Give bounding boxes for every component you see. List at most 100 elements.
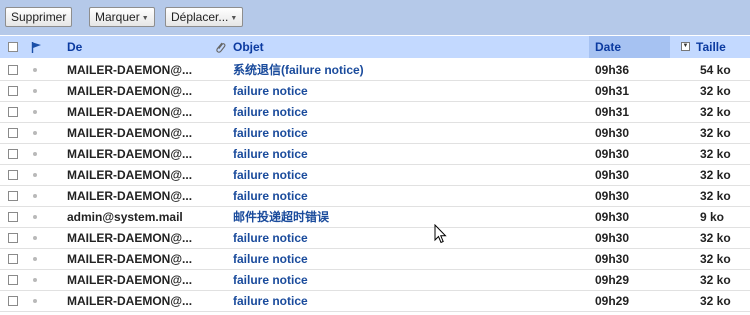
message-size: 32 ko: [700, 189, 731, 203]
message-date: 09h30: [595, 252, 630, 266]
message-checkbox[interactable]: [8, 86, 18, 96]
message-subject[interactable]: failure notice: [233, 291, 308, 311]
column-header-subject[interactable]: Objet: [233, 36, 264, 58]
move-button-label: Déplacer...: [171, 10, 229, 24]
flag-dot-icon[interactable]: [33, 194, 37, 198]
message-date: 09h29: [595, 294, 630, 308]
message-size: 32 ko: [700, 252, 731, 266]
message-row[interactable]: MAILER-DAEMON@... failure notice 09h30 32 k…: [0, 249, 750, 270]
message-sender: MAILER-DAEMON@...: [67, 168, 193, 182]
message-sender: MAILER-DAEMON@...: [67, 252, 193, 266]
message-date: 09h31: [595, 105, 630, 119]
toolbar: Supprimer Marquer ▼ Déplacer... ▼: [0, 0, 750, 35]
flag-dot-icon[interactable]: [33, 278, 37, 282]
move-dropdown-button[interactable]: Déplacer... ▼: [165, 7, 244, 27]
message-sender: MAILER-DAEMON@...: [67, 294, 193, 308]
message-sender: MAILER-DAEMON@...: [67, 63, 193, 77]
message-sender: admin@system.mail: [67, 210, 183, 224]
chevron-down-icon: ▼: [141, 15, 149, 22]
flag-dot-icon[interactable]: [33, 173, 37, 177]
message-date: 09h30: [595, 210, 630, 224]
message-checkbox[interactable]: [8, 296, 18, 306]
message-row[interactable]: MAILER-DAEMON@... failure notice 09h31 32 k…: [0, 102, 750, 123]
message-checkbox[interactable]: [8, 65, 18, 75]
message-checkbox[interactable]: [8, 254, 18, 264]
message-sender: MAILER-DAEMON@...: [67, 231, 193, 245]
message-row[interactable]: MAILER-DAEMON@... 系统退信(failure notice) 09h…: [0, 60, 750, 81]
column-header-size[interactable]: Taille: [696, 36, 726, 58]
message-row[interactable]: MAILER-DAEMON@... failure notice 09h30 32 k…: [0, 228, 750, 249]
flag-dot-icon[interactable]: [33, 131, 37, 135]
message-checkbox[interactable]: [8, 149, 18, 159]
message-row[interactable]: MAILER-DAEMON@... failure notice 09h30 32 k…: [0, 165, 750, 186]
flag-dot-icon[interactable]: [33, 257, 37, 261]
message-subject[interactable]: failure notice: [233, 249, 308, 269]
message-size: 32 ko: [700, 168, 731, 182]
mark-dropdown-button[interactable]: Marquer ▼: [89, 7, 155, 27]
flag-dot-icon[interactable]: [33, 110, 37, 114]
message-sender: MAILER-DAEMON@...: [67, 147, 193, 161]
message-sender: MAILER-DAEMON@...: [67, 189, 193, 203]
message-size: 32 ko: [700, 105, 731, 119]
message-date: 09h29: [595, 273, 630, 287]
message-checkbox[interactable]: [8, 233, 18, 243]
message-subject[interactable]: failure notice: [233, 144, 308, 164]
message-subject[interactable]: failure notice: [233, 186, 308, 206]
message-date: 09h31: [595, 84, 630, 98]
message-checkbox[interactable]: [8, 170, 18, 180]
message-subject[interactable]: 系统退信(failure notice): [233, 60, 364, 80]
message-sender: MAILER-DAEMON@...: [67, 126, 193, 140]
message-date: 09h36: [595, 63, 630, 77]
chevron-down-icon: ▼: [230, 15, 238, 22]
column-header-from[interactable]: De: [67, 36, 82, 58]
message-row[interactable]: MAILER-DAEMON@... failure notice 09h30 32 k…: [0, 186, 750, 207]
flag-icon[interactable]: [30, 41, 42, 53]
message-size: 32 ko: [700, 126, 731, 140]
message-subject[interactable]: failure notice: [233, 228, 308, 248]
select-all-checkbox[interactable]: [8, 42, 18, 52]
sort-dropdown-icon[interactable]: ▼: [681, 42, 690, 51]
message-row[interactable]: MAILER-DAEMON@... failure notice 09h31 32 k…: [0, 81, 750, 102]
message-subject[interactable]: failure notice: [233, 270, 308, 290]
flag-dot-icon[interactable]: [33, 299, 37, 303]
message-row[interactable]: MAILER-DAEMON@... failure notice 09h29 32 k…: [0, 291, 750, 312]
delete-button-label: Supprimer: [11, 10, 67, 24]
message-size: 32 ko: [700, 147, 731, 161]
message-checkbox[interactable]: [8, 191, 18, 201]
message-size: 32 ko: [700, 294, 731, 308]
attachment-icon[interactable]: [214, 40, 226, 54]
flag-dot-icon[interactable]: [33, 68, 37, 72]
message-checkbox[interactable]: [8, 212, 18, 222]
message-date: 09h30: [595, 231, 630, 245]
message-date: 09h30: [595, 147, 630, 161]
message-date: 09h30: [595, 189, 630, 203]
message-size: 32 ko: [700, 273, 731, 287]
message-row[interactable]: MAILER-DAEMON@... failure notice 09h29 32 k…: [0, 270, 750, 291]
message-subject[interactable]: failure notice: [233, 81, 308, 101]
flag-dot-icon[interactable]: [33, 236, 37, 240]
message-checkbox[interactable]: [8, 275, 18, 285]
message-subject[interactable]: 邮件投递超时错误: [233, 207, 329, 227]
delete-button[interactable]: Supprimer: [5, 7, 73, 27]
flag-dot-icon[interactable]: [33, 89, 37, 93]
flag-dot-icon[interactable]: [33, 215, 37, 219]
message-subject[interactable]: failure notice: [233, 102, 308, 122]
column-header-date[interactable]: Date: [595, 36, 621, 58]
message-sender: MAILER-DAEMON@...: [67, 273, 193, 287]
message-row[interactable]: MAILER-DAEMON@... failure notice 09h30 32 k…: [0, 123, 750, 144]
message-subject[interactable]: failure notice: [233, 123, 308, 143]
message-size: 32 ko: [700, 84, 731, 98]
message-size: 54 ko: [700, 63, 731, 77]
message-subject[interactable]: failure notice: [233, 165, 308, 185]
message-row[interactable]: admin@system.mail 邮件投递超时错误 09h30 9 ko: [0, 207, 750, 228]
message-date: 09h30: [595, 126, 630, 140]
message-size: 9 ko: [700, 210, 725, 224]
flag-dot-icon[interactable]: [33, 152, 37, 156]
mark-button-label: Marquer: [95, 10, 140, 24]
message-checkbox[interactable]: [8, 128, 18, 138]
message-size: 32 ko: [700, 231, 731, 245]
message-sender: MAILER-DAEMON@...: [67, 84, 193, 98]
message-row[interactable]: MAILER-DAEMON@... failure notice 09h30 32 k…: [0, 144, 750, 165]
message-checkbox[interactable]: [8, 107, 18, 117]
message-date: 09h30: [595, 168, 630, 182]
